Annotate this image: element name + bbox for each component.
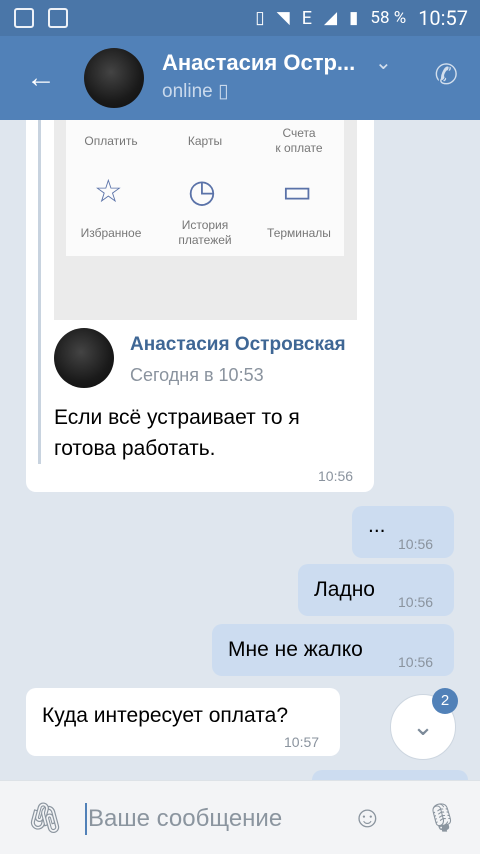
message-bubble-outgoing-partial[interactable] xyxy=(312,770,468,780)
contact-name[interactable]: Анастасия Остр... xyxy=(162,50,355,76)
message-text: Мне не жалко xyxy=(228,638,363,661)
back-arrow-icon[interactable]: ← xyxy=(26,60,56,96)
message-time: 10:56 xyxy=(318,468,354,484)
message-bubble-outgoing[interactable]: Мне не жалко 10:56 xyxy=(212,624,454,676)
emoji-icon[interactable]: ☺ xyxy=(352,801,383,835)
forwarded-date: Сегодня в 10:53 xyxy=(130,365,264,385)
screenshot-label: История платежей xyxy=(178,218,232,247)
mobile-icon: ▯ xyxy=(218,81,229,102)
screenshot-label: Карты xyxy=(187,134,223,148)
app-notification-icon xyxy=(48,8,68,28)
message-time: 10:56 xyxy=(398,654,434,670)
message-text: Ладно xyxy=(314,578,375,601)
message-list[interactable]: Оплатить Карты Счета к оплате ☆ ◷ ▭ Избр… xyxy=(0,120,480,780)
message-text: Куда интересует оплата? xyxy=(42,704,289,727)
screenshot-label: Терминалы xyxy=(267,226,331,240)
attached-screenshot[interactable]: Оплатить Карты Счета к оплате ☆ ◷ ▭ Избр… xyxy=(54,120,357,320)
screenshot-label: Оплатить xyxy=(84,134,138,148)
forward-indicator-bar xyxy=(38,120,41,464)
star-icon: ☆ xyxy=(94,173,123,209)
clock-icon: ◷ xyxy=(188,173,216,209)
status-right: ▯ ◥ E ◢ ▮ 58 % 10:57 xyxy=(255,6,468,30)
message-time: 10:56 xyxy=(398,594,434,610)
gallery-icon xyxy=(14,8,34,28)
message-bubble-outgoing[interactable]: Ладно 10:56 xyxy=(298,564,454,616)
battery-percent: 58 % xyxy=(370,8,407,28)
notification-icons xyxy=(14,8,68,28)
chevron-down-icon[interactable]: ⌄ xyxy=(375,50,392,75)
contact-status: online ▯ xyxy=(162,80,228,103)
status-bar: ▯ ◥ E ◢ ▮ 58 % 10:57 xyxy=(0,0,480,36)
screenshot-panel: Оплатить Карты Счета к оплате ☆ ◷ ▭ Избр… xyxy=(66,120,344,256)
text-cursor xyxy=(85,803,87,835)
contact-avatar[interactable] xyxy=(84,48,144,108)
unread-badge: 2 xyxy=(432,688,458,714)
message-text: ... xyxy=(368,514,386,537)
screenshot-label: Счета к оплате xyxy=(275,126,323,155)
message-bubble-incoming[interactable]: Куда интересует оплата? 10:57 xyxy=(26,688,340,756)
battery-icon: ▮ xyxy=(349,8,359,28)
signal-icon: ◢ xyxy=(323,8,338,28)
vibrate-icon: ▯ xyxy=(255,8,265,28)
message-bubble-outgoing[interactable]: ... 10:56 xyxy=(352,506,454,558)
composer: 🖇 ☺ 🎙 xyxy=(0,780,480,854)
attach-icon[interactable]: 🖇 xyxy=(26,801,64,836)
microphone-icon[interactable]: 🎙 xyxy=(424,801,460,834)
forwarded-author-name[interactable]: Анастасия Островская xyxy=(130,334,346,356)
message-input[interactable] xyxy=(88,803,338,835)
phone-icon[interactable]: ✆ xyxy=(435,58,458,91)
chat-header: ← Анастасия Остр... ⌄ online ▯ ✆ xyxy=(0,36,480,120)
message-time: 10:56 xyxy=(398,536,434,552)
clock: 10:57 xyxy=(418,6,468,30)
forwarded-author-avatar[interactable] xyxy=(54,328,114,388)
status-text: online xyxy=(162,81,213,102)
forwarded-text: Если всё устраивает то я готова работать… xyxy=(54,406,300,460)
terminal-icon: ▭ xyxy=(282,173,313,209)
screenshot-label: Избранное xyxy=(80,226,142,240)
network-type: E xyxy=(301,7,312,29)
message-time: 10:57 xyxy=(284,734,320,750)
wifi-icon: ◥ xyxy=(276,8,290,28)
